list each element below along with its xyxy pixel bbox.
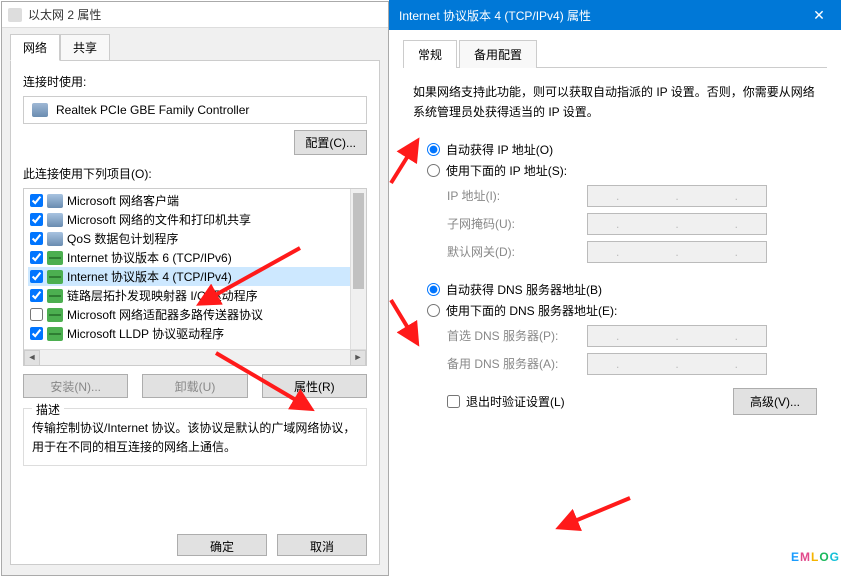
component-label: Microsoft 网络客户端 — [67, 192, 179, 209]
component-label: Microsoft LLDP 协议驱动程序 — [67, 325, 224, 342]
network-icon — [47, 194, 63, 208]
list-item[interactable]: Microsoft 网络适配器多路传送器协议 — [28, 305, 364, 324]
subnet-mask-label: 子网掩码(U): — [447, 215, 587, 232]
ip-section: 自动获得 IP 地址(O) 使用下面的 IP 地址(S): IP 地址(I): … — [413, 141, 817, 263]
scrollbar-horizontal[interactable]: ◄ ► — [24, 349, 366, 365]
primary-dns-input: ... — [587, 325, 767, 347]
radio-manual-dns[interactable]: 使用下面的 DNS 服务器地址(E): — [427, 302, 817, 319]
radio-auto-ip-input[interactable] — [427, 143, 440, 156]
close-button[interactable]: ✕ — [797, 0, 841, 30]
tabs: 网络 共享 — [10, 34, 380, 61]
radio-auto-dns-label: 自动获得 DNS 服务器地址(B) — [446, 281, 602, 298]
components-list[interactable]: Microsoft 网络客户端 Microsoft 网络的文件和打印机共享 QoS … — [23, 188, 367, 366]
window-title: Internet 协议版本 4 (TCP/IPv4) 属性 — [399, 7, 591, 24]
configure-button[interactable]: 配置(C)... — [294, 130, 367, 155]
panel-network: 连接时使用: Realtek PCIe GBE Family Controlle… — [10, 60, 380, 565]
component-checkbox[interactable] — [30, 270, 43, 283]
ipv4-properties-dialog: Internet 协议版本 4 (TCP/IPv4) 属性 ✕ 常规 备用配置 … — [389, 0, 841, 577]
component-checkbox[interactable] — [30, 327, 43, 340]
scroll-left-arrow[interactable]: ◄ — [24, 350, 40, 366]
protocol-icon — [47, 289, 63, 303]
list-item[interactable]: 链路层拓扑发现映射器 I/O 驱动程序 — [28, 286, 364, 305]
component-checkbox[interactable] — [30, 232, 43, 245]
list-item[interactable]: Microsoft 网络客户端 — [28, 191, 364, 210]
list-item[interactable]: Internet 协议版本 4 (TCP/IPv4) — [28, 267, 364, 286]
validate-label: 退出时验证设置(L) — [466, 393, 565, 410]
component-checkbox[interactable] — [30, 289, 43, 302]
list-item[interactable]: Internet 协议版本 6 (TCP/IPv6) — [28, 248, 364, 267]
properties-button[interactable]: 属性(R) — [262, 374, 367, 398]
description-text: 传输控制协议/Internet 协议。该协议是默认的广域网络协议，用于在不同的相… — [32, 419, 358, 457]
gateway-input: ... — [587, 241, 767, 263]
panel-general: 如果网络支持此功能，则可以获取自动指派的 IP 设置。否则，你需要从网络系统管理… — [403, 68, 827, 429]
protocol-icon — [47, 308, 63, 322]
radio-manual-ip[interactable]: 使用下面的 IP 地址(S): — [427, 162, 817, 179]
adapter-name: Realtek PCIe GBE Family Controller — [56, 103, 249, 117]
alt-dns-input: ... — [587, 353, 767, 375]
titlebar[interactable]: Internet 协议版本 4 (TCP/IPv4) 属性 ✕ — [389, 0, 841, 30]
list-item[interactable]: Microsoft LLDP 协议驱动程序 — [28, 324, 364, 343]
adapter-box[interactable]: Realtek PCIe GBE Family Controller — [23, 96, 367, 124]
tab-alternate[interactable]: 备用配置 — [459, 40, 537, 68]
advanced-button[interactable]: 高级(V)... — [733, 388, 817, 415]
list-item[interactable]: Microsoft 网络的文件和打印机共享 — [28, 210, 364, 229]
network-icon — [47, 232, 63, 246]
radio-auto-ip[interactable]: 自动获得 IP 地址(O) — [427, 141, 817, 158]
install-button[interactable]: 安装(N)... — [23, 374, 128, 398]
list-item[interactable]: QoS 数据包计划程序 — [28, 229, 364, 248]
component-label: Microsoft 网络的文件和打印机共享 — [67, 211, 251, 228]
protocol-icon — [47, 251, 63, 265]
uninstall-button[interactable]: 卸载(U) — [142, 374, 247, 398]
component-checkbox[interactable] — [30, 213, 43, 226]
adapter-icon — [8, 8, 22, 22]
ok-button[interactable]: 确定 — [177, 534, 267, 556]
radio-auto-dns[interactable]: 自动获得 DNS 服务器地址(B) — [427, 281, 817, 298]
component-checkbox[interactable] — [30, 308, 43, 321]
dns-section: 自动获得 DNS 服务器地址(B) 使用下面的 DNS 服务器地址(E): 首选… — [413, 281, 817, 375]
radio-auto-ip-label: 自动获得 IP 地址(O) — [446, 141, 553, 158]
radio-auto-dns-input[interactable] — [427, 283, 440, 296]
radio-manual-ip-label: 使用下面的 IP 地址(S): — [446, 162, 567, 179]
nic-icon — [32, 103, 48, 117]
alt-dns-label: 备用 DNS 服务器(A): — [447, 355, 587, 372]
scroll-right-arrow[interactable]: ► — [350, 350, 366, 366]
tab-share[interactable]: 共享 — [60, 34, 110, 61]
description-group: 描述 传输控制协议/Internet 协议。该协议是默认的广域网络协议，用于在不… — [23, 408, 367, 466]
protocol-icon — [47, 327, 63, 341]
info-text: 如果网络支持此功能，则可以获取自动指派的 IP 设置。否则，你需要从网络系统管理… — [413, 82, 817, 123]
component-label: Internet 协议版本 6 (TCP/IPv6) — [67, 249, 232, 266]
component-label: Internet 协议版本 4 (TCP/IPv4) — [67, 268, 232, 285]
cancel-button[interactable]: 取消 — [277, 534, 367, 556]
gateway-label: 默认网关(D): — [447, 243, 587, 260]
connect-using-label: 连接时使用: — [23, 73, 367, 90]
component-label: Microsoft 网络适配器多路传送器协议 — [67, 306, 263, 323]
network-icon — [47, 213, 63, 227]
component-checkbox[interactable] — [30, 194, 43, 207]
protocol-icon — [47, 270, 63, 284]
component-label: 链路层拓扑发现映射器 I/O 驱动程序 — [67, 287, 258, 304]
emlog-watermark: EMLOG — [791, 526, 840, 571]
tab-general[interactable]: 常规 — [403, 40, 457, 68]
ip-address-label: IP 地址(I): — [447, 187, 587, 204]
subnet-mask-input: ... — [587, 213, 767, 235]
scrollbar-vertical[interactable] — [350, 189, 366, 349]
use-items-label: 此连接使用下列项目(O): — [23, 165, 367, 182]
titlebar[interactable]: 以太网 2 属性 — [2, 2, 388, 28]
ethernet-properties-dialog: 以太网 2 属性 网络 共享 连接时使用: Realtek PCIe GBE F… — [1, 1, 389, 576]
radio-manual-ip-input[interactable] — [427, 164, 440, 177]
radio-manual-dns-label: 使用下面的 DNS 服务器地址(E): — [446, 302, 617, 319]
component-label: QoS 数据包计划程序 — [67, 230, 178, 247]
validate-checkbox[interactable] — [447, 395, 460, 408]
component-checkbox[interactable] — [30, 251, 43, 264]
description-label: 描述 — [32, 401, 64, 418]
radio-manual-dns-input[interactable] — [427, 304, 440, 317]
window-title: 以太网 2 属性 — [28, 6, 101, 23]
primary-dns-label: 首选 DNS 服务器(P): — [447, 327, 587, 344]
ip-address-input: ... — [587, 185, 767, 207]
tab-network[interactable]: 网络 — [10, 34, 60, 61]
tabs: 常规 备用配置 — [403, 40, 827, 68]
